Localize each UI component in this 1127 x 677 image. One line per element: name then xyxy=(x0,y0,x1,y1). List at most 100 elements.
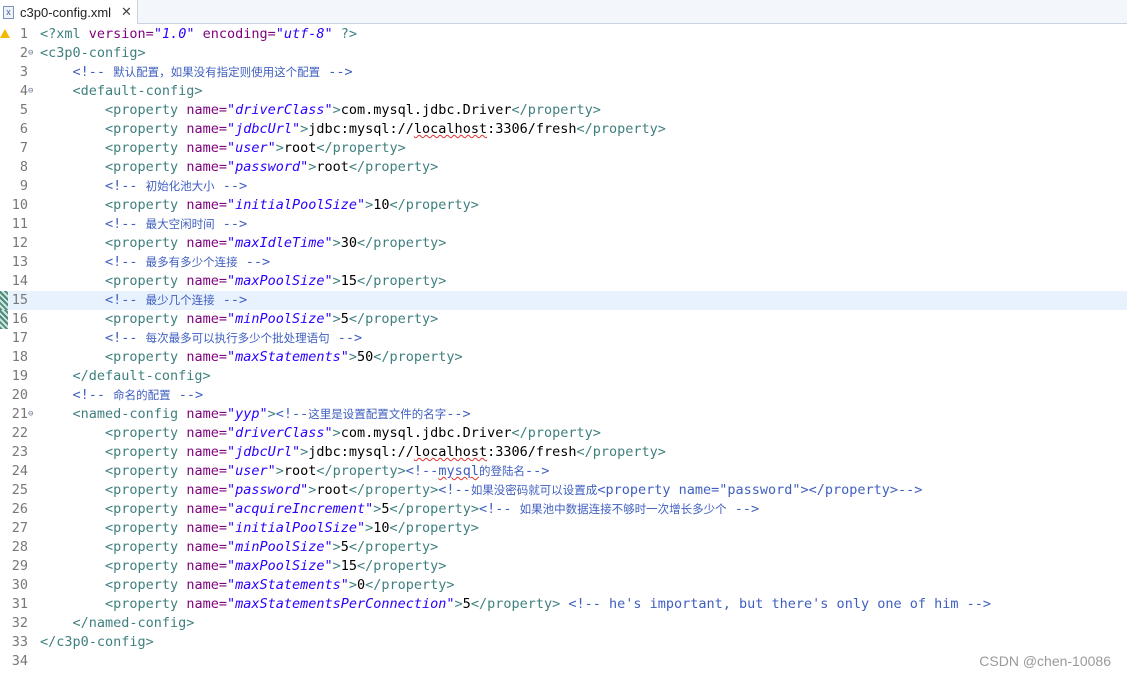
code-line[interactable]: 9 <!-- 初始化池大小 --> xyxy=(0,177,1127,196)
xml-tag: > xyxy=(267,406,276,422)
code-line[interactable]: 15 <!-- 最少几个连接 --> xyxy=(0,291,1127,310)
code-line[interactable]: 10 <property name="initialPoolSize">10</… xyxy=(0,196,1127,215)
fold-toggle-icon[interactable]: ⊖ xyxy=(28,408,33,420)
xml-attribute-value: "maxPoolSize" xyxy=(226,558,333,574)
text-content: 10 xyxy=(373,520,390,536)
code-line[interactable]: 22 <property name="driverClass">com.mysq… xyxy=(0,424,1127,443)
code-line[interactable]: 30 <property name="maxStatements">0</pro… xyxy=(0,576,1127,595)
code-line[interactable]: 19 </default-config> xyxy=(0,367,1127,386)
code-line[interactable]: 27 <property name="initialPoolSize">10</… xyxy=(0,519,1127,538)
line-number: 25 xyxy=(11,482,28,498)
code-line[interactable]: 4 ⊖ <default-config> xyxy=(0,82,1127,101)
line-number: 7 xyxy=(19,140,28,156)
code-text: <!-- 默认配置，如果没有指定则使用这个配置 --> xyxy=(40,63,353,82)
line-number: 4 xyxy=(19,83,28,99)
line-number: 12 xyxy=(11,235,28,251)
code-line[interactable]: 12 <property name="maxIdleTime">30</prop… xyxy=(0,234,1127,253)
xml-tag: ?> xyxy=(332,26,358,42)
xml-comment: 最大空闲时间 xyxy=(145,217,215,231)
code-line[interactable]: 34 xyxy=(0,652,1127,671)
xml-tag: <property xyxy=(105,596,187,612)
xml-tag: <property xyxy=(105,121,187,137)
code-line[interactable]: 32 </named-config> xyxy=(0,614,1127,633)
code-line[interactable]: 14 <property name="maxPoolSize">15</prop… xyxy=(0,272,1127,291)
code-line[interactable]: 5 <property name="driverClass">com.mysql… xyxy=(0,101,1127,120)
xml-attribute-value: "driverClass" xyxy=(226,102,333,118)
code-line[interactable]: 33 </c3p0-config> xyxy=(0,633,1127,652)
xml-tag: </property> xyxy=(316,463,406,479)
text-content: :3306/fresh xyxy=(487,121,577,137)
code-line[interactable]: 25 <property name="password">root</prope… xyxy=(0,481,1127,500)
xml-tag: <property xyxy=(105,482,187,498)
xml-tag: </property> xyxy=(576,444,666,460)
text-content xyxy=(40,558,105,574)
code-line[interactable]: 2 ⊖ <c3p0-config> xyxy=(0,44,1127,63)
code-line[interactable]: 28 <property name="minPoolSize">5</prope… xyxy=(0,538,1127,557)
xml-comment: --> xyxy=(329,330,363,346)
code-line[interactable]: 17 <!-- 每次最多可以执行多少个批处理语句 --> xyxy=(0,329,1127,348)
line-number: 26 xyxy=(11,501,28,517)
xml-comment: 如果没密码就可以设置成 xyxy=(470,483,598,497)
xml-comment: <!-- xyxy=(105,330,146,346)
change-marker xyxy=(0,310,8,329)
code-line[interactable]: 23 <property name="jdbcUrl">jdbc:mysql:/… xyxy=(0,443,1127,462)
xml-tag: </property> xyxy=(470,596,561,612)
line-number: 1 xyxy=(19,26,28,42)
xml-tag: <property xyxy=(105,501,187,517)
code-line[interactable]: 1 <?xml version="1.0" encoding="utf-8" ?> xyxy=(0,25,1127,44)
code-line[interactable]: 13 <!-- 最多有多少个连接 --> xyxy=(0,253,1127,272)
xml-tag: <c3p0-config> xyxy=(40,45,146,61)
text-content: com.mysql.jdbc.Driver xyxy=(340,425,512,441)
code-editor[interactable]: 1 <?xml version="1.0" encoding="utf-8" ?>… xyxy=(0,25,1127,677)
xml-attribute: name= xyxy=(186,311,227,327)
code-line[interactable]: 31 <property name="maxStatementsPerConne… xyxy=(0,595,1127,614)
xml-attribute: name= xyxy=(186,349,227,365)
code-text: <property name="user">root</property><!-… xyxy=(40,462,549,481)
code-text: </c3p0-config> xyxy=(40,633,154,652)
xml-attribute: name= xyxy=(186,501,227,517)
xml-file-icon: x xyxy=(3,5,14,19)
code-line[interactable]: 24 <property name="user">root</property>… xyxy=(0,462,1127,481)
xml-attribute: name= xyxy=(186,140,227,156)
xml-comment: 这里是设置配置文件的名字 xyxy=(308,407,447,421)
warning-icon[interactable] xyxy=(0,29,10,38)
xml-tag: </property> xyxy=(348,159,439,175)
code-line[interactable]: 18 <property name="maxStatements">50</pr… xyxy=(0,348,1127,367)
line-number: 33 xyxy=(11,634,28,650)
close-icon[interactable]: ✕ xyxy=(121,4,132,20)
code-text: <c3p0-config> xyxy=(40,44,146,63)
code-text: <property name="maxStatements">0</proper… xyxy=(40,576,455,595)
code-line[interactable]: 7 <property name="user">root</property> xyxy=(0,139,1127,158)
xml-tag: </property> xyxy=(389,520,479,536)
xml-comment: 默认配置，如果没有指定则使用这个配置 xyxy=(113,65,321,79)
code-line[interactable]: 3 <!-- 默认配置，如果没有指定则使用这个配置 --> xyxy=(0,63,1127,82)
code-line[interactable]: 20 <!-- 命名的配置 --> xyxy=(0,386,1127,405)
code-line[interactable]: 8 <property name="password">root</proper… xyxy=(0,158,1127,177)
text-content xyxy=(40,178,105,194)
text-content: 15 xyxy=(340,558,358,574)
tab-c3p0-config[interactable]: x c3p0-config.xml ✕ xyxy=(0,0,138,24)
fold-toggle-icon[interactable]: ⊖ xyxy=(28,47,33,59)
code-line[interactable]: 16 <property name="minPoolSize">5</prope… xyxy=(0,310,1127,329)
fold-toggle-icon[interactable]: ⊖ xyxy=(28,85,33,97)
code-line[interactable]: 29 <property name="maxPoolSize">15</prop… xyxy=(0,557,1127,576)
xml-tag: > xyxy=(332,425,341,441)
code-line[interactable]: 21 ⊖ <named-config name="yyp"><!--这里是设置配置… xyxy=(0,405,1127,424)
code-line[interactable]: 26 <property name="acquireIncrement">5</… xyxy=(0,500,1127,519)
code-line[interactable]: 6 <property name="jdbcUrl">jdbc:mysql://… xyxy=(0,120,1127,139)
xml-tag: </c3p0-config> xyxy=(40,634,154,650)
xml-tag: <named-config xyxy=(72,406,187,422)
text-content: 15 xyxy=(340,273,358,289)
text-content xyxy=(40,292,105,308)
xml-tag: <default-config> xyxy=(72,83,203,99)
code-text: <property name="jdbcUrl">jdbc:mysql://lo… xyxy=(40,120,666,139)
xml-tag: > xyxy=(348,577,358,593)
line-number: 18 xyxy=(11,349,28,365)
text-content xyxy=(40,501,105,517)
xml-attribute-value: "maxStatementsPerConnection" xyxy=(226,596,455,612)
text-content xyxy=(40,273,105,289)
xml-comment: 每次最多可以执行多少个批处理语句 xyxy=(145,331,330,345)
code-line[interactable]: 11 <!-- 最大空闲时间 --> xyxy=(0,215,1127,234)
xml-comment: <!-- xyxy=(478,501,520,517)
code-text: <property name="password">root</property… xyxy=(40,481,922,500)
